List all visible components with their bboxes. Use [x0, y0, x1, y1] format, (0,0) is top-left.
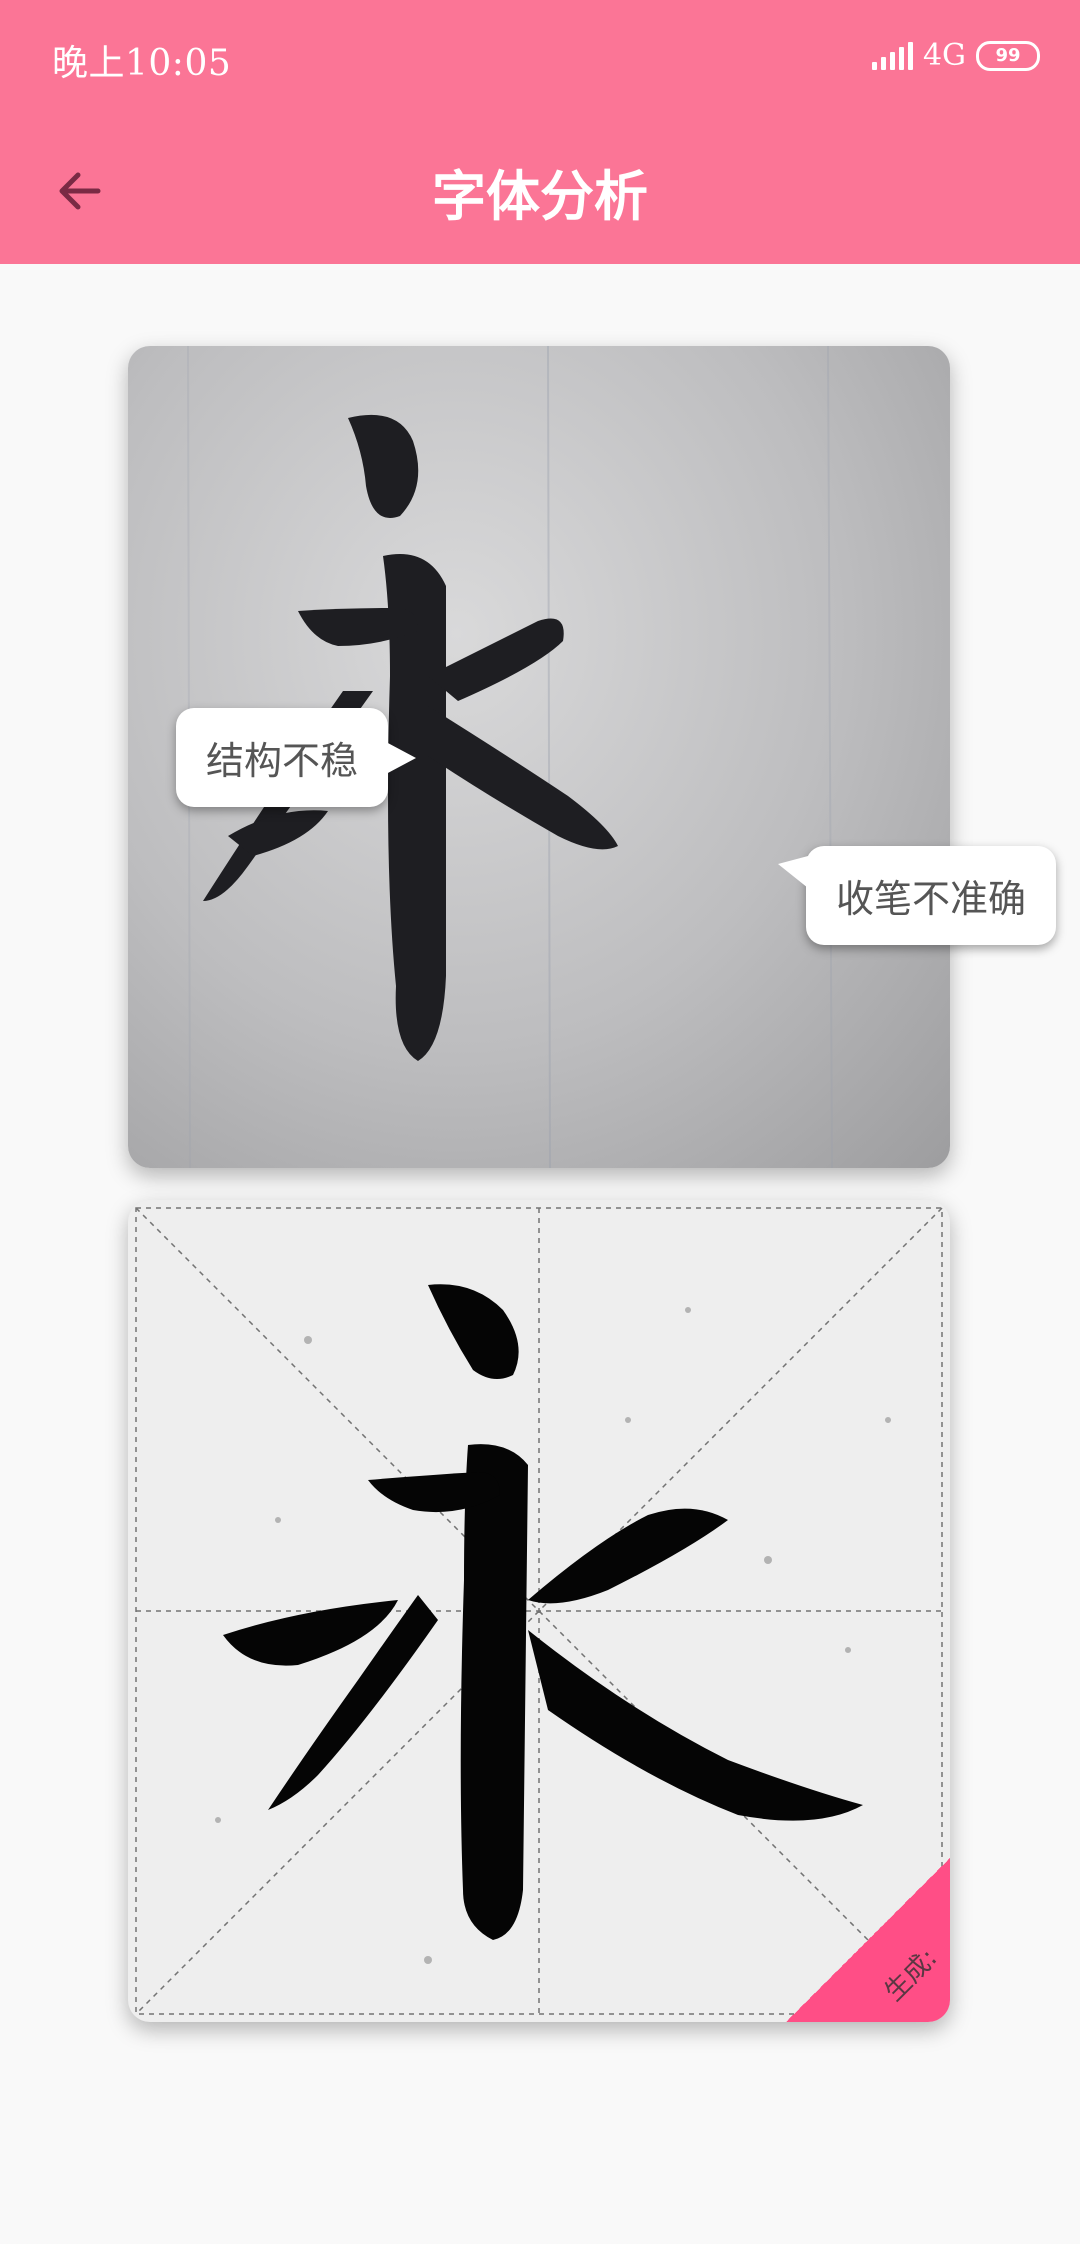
corner-ribbon [786, 1858, 950, 2022]
structure-issue-label: 结构不稳 [176, 708, 417, 807]
page-title: 字体分析 [432, 165, 648, 228]
network-type: 4G [922, 38, 966, 73]
status-bar: 晚上10:05 4G 99 [0, 0, 1080, 116]
reference-brush-character [428, 1284, 519, 1379]
status-icons: 4G 99 [871, 38, 1040, 73]
app-bar: 字体分析 [0, 116, 1080, 264]
battery-level: 99 [995, 45, 1021, 66]
stroke-issue-label: 收笔不准确 [777, 846, 1057, 945]
signal-icon [871, 41, 913, 70]
status-time: 晚上10:05 [52, 43, 232, 84]
reference-card: 生成: [128, 1200, 950, 2022]
battery-icon: 99 [976, 40, 1040, 71]
